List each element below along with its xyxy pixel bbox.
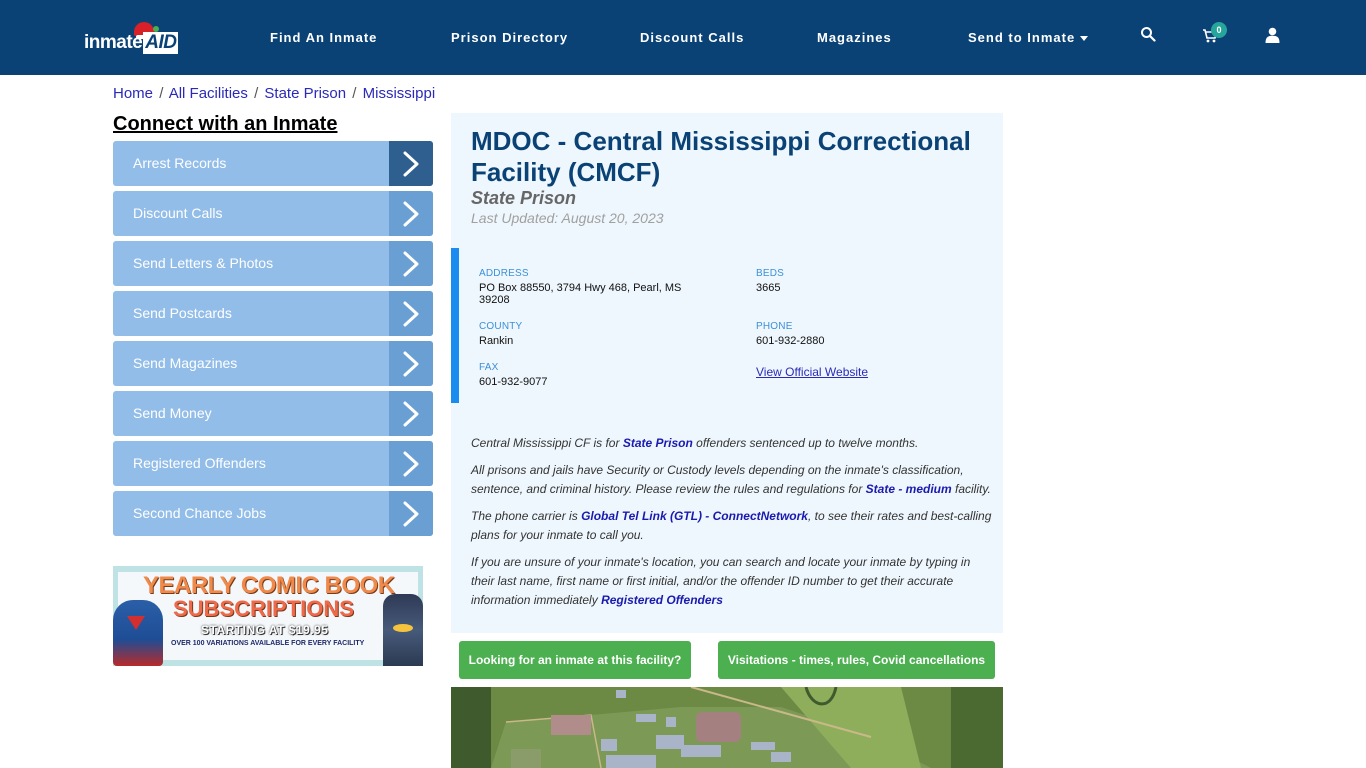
sidebar-item-label: Discount Calls — [133, 205, 223, 221]
county-field: COUNTY Rankin — [479, 321, 522, 347]
breadcrumb-mississippi[interactable]: Mississippi — [363, 85, 436, 102]
fax-field: FAX 601-932-9077 — [479, 362, 548, 388]
address-value: PO Box 88550, 3794 Hwy 468, Pearl, MS 39… — [479, 282, 682, 306]
address-field: ADDRESS PO Box 88550, 3794 Hwy 468, Pear… — [479, 268, 709, 306]
nav-prison-directory[interactable]: Prison Directory — [451, 30, 568, 45]
chevron-right-icon — [389, 241, 433, 286]
sidebar-item-registered-offenders[interactable]: Registered Offenders — [113, 441, 433, 486]
phone-carrier-link[interactable]: Global Tel Link (GTL) - ConnectNetwork — [581, 509, 808, 523]
county-value: Rankin — [479, 335, 514, 347]
user-icon[interactable] — [1265, 27, 1285, 47]
breadcrumb: Home / All Facilities / State Prison / M… — [113, 85, 435, 102]
website-field: View Official Website — [756, 363, 868, 381]
caret-down-icon — [1080, 36, 1089, 42]
sidebar-title: Connect with an Inmate — [113, 113, 338, 135]
ad-tagline: OVER 100 VARIATIONS AVAILABLE FOR EVERY … — [171, 640, 365, 647]
sidebar-item-send-postcards[interactable]: Send Postcards — [113, 291, 433, 336]
state-prison-link[interactable]: State Prison — [623, 436, 693, 450]
chevron-right-icon — [389, 191, 433, 236]
beds-field: BEDS 3665 — [756, 268, 784, 294]
beds-label: BEDS — [756, 268, 785, 279]
sidebar-item-label: Send Magazines — [133, 355, 238, 371]
county-label: COUNTY — [479, 321, 523, 332]
description-paragraph: Central Mississippi CF is for State Pris… — [471, 436, 919, 450]
sidebar-item-arrest-records[interactable]: Arrest Records — [113, 141, 433, 186]
sidebar-item-second-chance-jobs[interactable]: Second Chance Jobs — [113, 491, 433, 536]
visitations-button[interactable]: Visitations - times, rules, Covid cancel… — [718, 641, 995, 679]
breadcrumb-separator: / — [254, 85, 259, 102]
breadcrumb-all-facilities[interactable]: All Facilities — [169, 85, 248, 102]
info-accent-bar — [451, 248, 459, 403]
sidebar-menu: Arrest Records Discount Calls Send Lette… — [113, 141, 433, 541]
description-paragraph: If you are unsure of your inmate's locat… — [471, 555, 971, 607]
nav-send-to-inmate[interactable]: Send to Inmate — [968, 30, 1089, 45]
chevron-right-icon — [389, 291, 433, 336]
top-navbar: inmate AID Find An Inmate Prison Director… — [0, 0, 1366, 75]
inmateaid-logo[interactable]: inmate AID — [84, 22, 180, 58]
breadcrumb-separator: / — [352, 85, 357, 102]
facility-title: MDOC - Central Mississippi Correctional … — [471, 126, 971, 187]
nav-magazines[interactable]: Magazines — [817, 30, 892, 45]
last-updated: Last Updated: August 20, 2023 — [471, 210, 664, 226]
ad-price: STARTING AT $19.95 — [201, 623, 329, 637]
official-website-link[interactable]: View Official Website — [756, 365, 868, 379]
facility-info: ADDRESS PO Box 88550, 3794 Hwy 468, Pear… — [451, 248, 1003, 403]
sidebar-item-label: Send Postcards — [133, 305, 232, 321]
chevron-right-icon — [389, 141, 433, 186]
ad-subheadline: SUBSCRIPTIONS — [173, 596, 354, 621]
nav-find-an-inmate[interactable]: Find An Inmate — [270, 30, 377, 45]
nav-discount-calls[interactable]: Discount Calls — [640, 30, 744, 45]
logo-text: inmate — [84, 32, 143, 53]
nav-send-to-inmate-label: Send to Inmate — [968, 30, 1076, 45]
fax-label: FAX — [479, 362, 499, 373]
breadcrumb-state-prison[interactable]: State Prison — [264, 85, 346, 102]
chevron-right-icon — [389, 391, 433, 436]
breadcrumb-separator: / — [159, 85, 164, 102]
description-paragraph: The phone carrier is Global Tel Link (GT… — [471, 509, 992, 542]
description-paragraph: All prisons and jails have Security or C… — [471, 463, 991, 496]
logo-accent: AID — [143, 32, 179, 54]
beds-value: 3665 — [756, 282, 781, 294]
fax-value: 601-932-9077 — [479, 376, 548, 388]
phone-field: PHONE 601-932-2880 — [756, 321, 825, 347]
address-label: ADDRESS — [479, 268, 529, 279]
sidebar-item-discount-calls[interactable]: Discount Calls — [113, 191, 433, 236]
sidebar-item-send-money[interactable]: Send Money — [113, 391, 433, 436]
sidebar-item-label: Second Chance Jobs — [133, 505, 267, 521]
comic-subscription-ad[interactable]: YEARLY COMIC BOOK SUBSCRIPTIONS STARTING… — [113, 566, 423, 666]
registered-offenders-link[interactable]: Registered Offenders — [601, 593, 723, 607]
batman-image — [383, 594, 423, 666]
sidebar-item-label: Registered Offenders — [133, 455, 266, 471]
search-icon[interactable] — [1140, 26, 1160, 46]
sidebar-item-send-letters-photos[interactable]: Send Letters & Photos — [113, 241, 433, 286]
facility-type: State Prison — [471, 188, 577, 208]
superman-image — [113, 600, 163, 666]
satellite-map-graphic — [451, 687, 1003, 768]
breadcrumb-home[interactable]: Home — [113, 85, 153, 102]
chevron-right-icon — [389, 491, 433, 536]
chevron-right-icon — [389, 341, 433, 386]
chevron-right-icon — [389, 441, 433, 486]
facility-description: Central Mississippi CF is for State Pris… — [471, 434, 996, 618]
facility-satellite-image — [451, 687, 1003, 768]
find-inmate-at-facility-button[interactable]: Looking for an inmate at this facility? — [459, 641, 691, 679]
facility-card: MDOC - Central Mississippi Correctional … — [451, 113, 1003, 633]
sidebar-item-label: Arrest Records — [133, 155, 227, 171]
phone-label: PHONE — [756, 321, 793, 332]
sidebar-item-send-magazines[interactable]: Send Magazines — [113, 341, 433, 386]
sidebar-item-label: Send Letters & Photos — [133, 255, 274, 271]
state-medium-link[interactable]: State - medium — [866, 482, 952, 496]
cart-count-badge: 0 — [1211, 22, 1227, 38]
phone-value: 601-932-2880 — [756, 335, 825, 347]
sidebar-item-label: Send Money — [133, 405, 212, 421]
